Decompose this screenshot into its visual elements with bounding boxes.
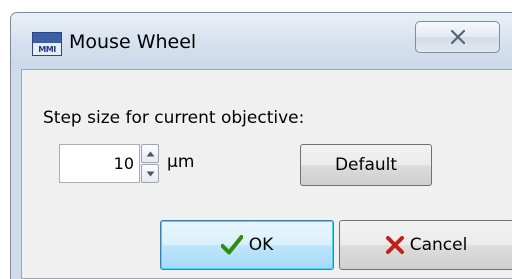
cancel-button-label: Cancel xyxy=(409,235,468,255)
ok-button-label: OK xyxy=(248,235,274,255)
dialog-content: Step size for current objective: μm Defa… xyxy=(21,69,512,279)
step-size-spinner xyxy=(141,144,159,183)
cancel-button-content: Cancel xyxy=(340,221,512,269)
default-button-label: Default xyxy=(334,155,398,175)
ok-button[interactable]: OK xyxy=(160,220,334,270)
x-icon xyxy=(385,236,404,254)
spin-down-button[interactable] xyxy=(141,164,159,183)
step-size-input[interactable] xyxy=(59,144,140,183)
app-logo-icon: MMI xyxy=(32,32,62,56)
close-button[interactable] xyxy=(415,21,500,53)
arrow-down-icon xyxy=(146,171,155,177)
ok-button-content: OK xyxy=(161,221,333,269)
checkmark-icon xyxy=(220,235,244,255)
app-logo-text: MMI xyxy=(38,45,56,54)
cancel-button[interactable]: Cancel xyxy=(339,220,512,270)
default-button-content: Default xyxy=(301,145,431,185)
close-icon xyxy=(450,30,466,45)
step-size-label: Step size for current objective: xyxy=(43,108,305,128)
window-title: Mouse Wheel xyxy=(69,31,197,53)
default-button[interactable]: Default xyxy=(300,144,432,186)
dialog-window: MMI Mouse Wheel Step size for current ob… xyxy=(10,12,512,279)
spin-up-button[interactable] xyxy=(141,144,159,163)
title-bar[interactable]: MMI Mouse Wheel xyxy=(11,13,512,69)
arrow-up-icon xyxy=(146,151,155,157)
unit-label: μm xyxy=(167,152,195,172)
